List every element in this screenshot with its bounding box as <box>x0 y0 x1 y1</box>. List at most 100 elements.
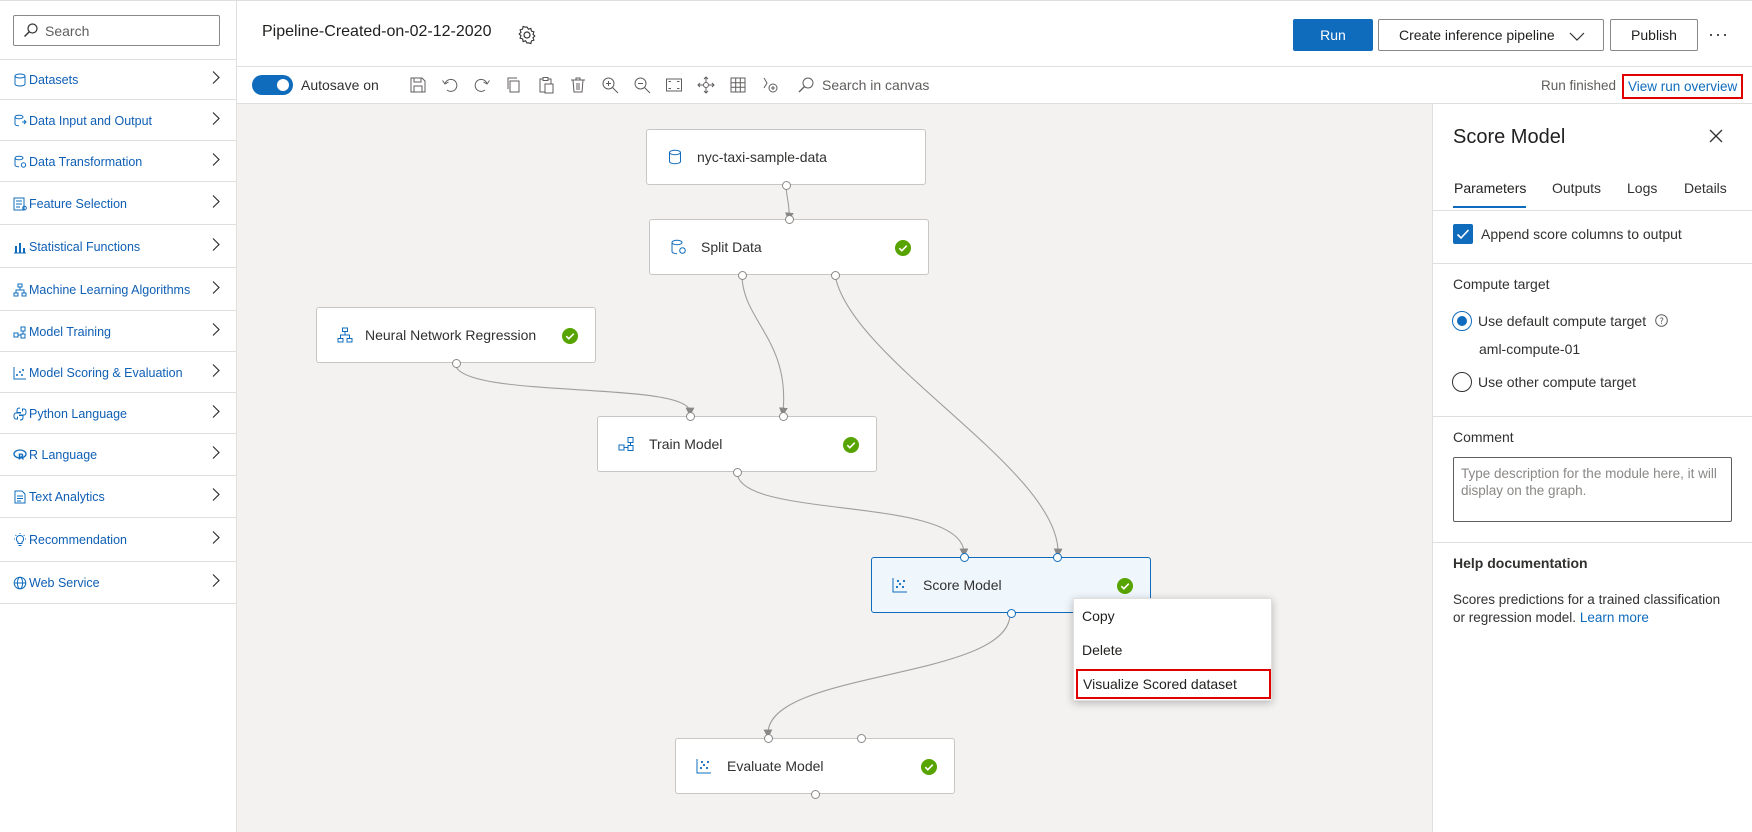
sidebar-item-label: Python Language <box>29 406 128 421</box>
input-port-right[interactable] <box>1053 553 1062 562</box>
sidebar-item-text-analytics[interactable]: Text Analytics <box>0 477 236 518</box>
sidebar-item-r-language[interactable]: R R Language <box>0 435 236 476</box>
sidebar-item-feature-selection[interactable]: Feature Selection <box>0 183 236 225</box>
scatter-icon <box>696 758 712 779</box>
status-success-icon <box>895 240 911 261</box>
pipeline-title[interactable]: Pipeline-Created-on-02-12-2020 <box>262 23 491 41</box>
node-split-data[interactable]: Split Data <box>649 215 929 280</box>
output-port[interactable] <box>733 468 742 477</box>
view-run-overview-link[interactable]: View run overview <box>1622 74 1744 99</box>
network-icon <box>13 283 27 297</box>
input-port-right[interactable] <box>779 412 788 421</box>
lightbulb-icon <box>13 533 27 547</box>
more-options-button[interactable]: ··· <box>1708 24 1729 45</box>
tab-details[interactable]: Details <box>1684 180 1727 196</box>
sidebar-item-data-input-output[interactable]: Data Input and Output <box>0 101 236 141</box>
comment-heading: Comment <box>1453 429 1514 445</box>
sidebar-item-recommendation[interactable]: Recommendation <box>0 519 236 562</box>
node-dataset[interactable]: nyc-taxi-sample-data <box>646 129 926 190</box>
node-label: Train Model <box>649 436 723 452</box>
autosave-toggle[interactable] <box>252 75 293 95</box>
divider <box>1433 416 1752 417</box>
canvas-search-input[interactable]: Search in canvas <box>822 77 929 93</box>
active-tab-indicator <box>1453 206 1526 208</box>
module-search-input[interactable]: Search <box>13 15 220 46</box>
canvas-toolbar <box>237 67 1752 104</box>
node-context-menu: Copy Delete Visualize Scored dataset <box>1073 598 1272 701</box>
gear-icon[interactable] <box>517 25 537 50</box>
default-compute-radio[interactable] <box>1452 311 1472 331</box>
node-evaluate-model[interactable]: Evaluate Model <box>675 734 955 799</box>
sidebar-item-label: Web Service <box>29 576 100 590</box>
output-port[interactable] <box>811 790 820 799</box>
feature-selection-icon <box>13 197 27 211</box>
sidebar-item-web-service[interactable]: Web Service <box>0 563 236 604</box>
copy-icon[interactable] <box>505 76 523 94</box>
input-port-left[interactable] <box>686 412 695 421</box>
output-port-left[interactable] <box>738 271 747 280</box>
output-port[interactable] <box>452 359 461 368</box>
auto-layout-icon[interactable] <box>761 76 779 94</box>
menu-item-delete[interactable]: Delete <box>1074 633 1271 666</box>
undo-icon[interactable] <box>441 76 459 94</box>
input-port[interactable] <box>785 215 794 224</box>
chevron-right-icon <box>212 280 220 299</box>
input-port-left[interactable] <box>960 553 969 562</box>
r-icon: R <box>13 448 27 462</box>
sidebar-item-machine-learning-algorithms[interactable]: Machine Learning Algorithms <box>0 269 236 311</box>
tab-parameters[interactable]: Parameters <box>1454 180 1526 196</box>
publish-button[interactable]: Publish <box>1610 19 1698 51</box>
info-icon[interactable]: ? <box>1655 314 1668 332</box>
run-button[interactable]: Run <box>1293 19 1373 51</box>
document-icon <box>13 490 27 504</box>
sidebar-item-python-language[interactable]: Python Language <box>0 394 236 434</box>
output-port[interactable] <box>782 181 791 190</box>
chevron-right-icon <box>212 363 220 382</box>
zoom-in-icon[interactable] <box>601 76 619 94</box>
menu-item-label: Delete <box>1082 642 1123 658</box>
create-inference-pipeline-button[interactable]: Create inference pipeline <box>1378 19 1604 51</box>
sidebar-item-model-training[interactable]: Model Training <box>0 312 236 352</box>
chevron-right-icon <box>212 152 220 171</box>
input-port-right[interactable] <box>857 734 866 743</box>
chevron-right-icon <box>212 404 220 423</box>
scatter-icon <box>892 577 908 598</box>
save-icon[interactable] <box>409 76 427 94</box>
delete-icon[interactable] <box>569 76 587 94</box>
append-score-checkbox[interactable] <box>1453 224 1473 244</box>
sidebar-item-datasets[interactable]: Datasets <box>0 60 236 100</box>
node-neural-network-regression[interactable]: Neural Network Regression <box>316 307 596 368</box>
redo-icon[interactable] <box>473 76 491 94</box>
fit-to-screen-icon[interactable] <box>665 76 683 94</box>
tab-logs[interactable]: Logs <box>1627 180 1657 196</box>
tab-outputs[interactable]: Outputs <box>1552 180 1601 196</box>
pan-icon[interactable] <box>697 76 715 94</box>
divider <box>1433 263 1752 264</box>
menu-item-visualize-scored-dataset[interactable]: Visualize Scored dataset <box>1076 669 1271 699</box>
zoom-out-icon[interactable] <box>633 76 651 94</box>
sidebar-item-model-scoring-evaluation[interactable]: Model Scoring & Evaluation <box>0 353 236 393</box>
close-icon[interactable] <box>1709 129 1723 148</box>
data-transform-icon <box>670 239 687 260</box>
paste-icon[interactable] <box>537 76 555 94</box>
sidebar-item-label: Statistical Functions <box>29 239 141 254</box>
sidebar-item-data-transformation[interactable]: Data Transformation <box>0 142 236 182</box>
node-label: nyc-taxi-sample-data <box>697 149 827 165</box>
output-port[interactable] <box>1007 609 1016 618</box>
svg-text:R: R <box>18 453 24 462</box>
checkmark-icon <box>1456 229 1470 240</box>
other-compute-radio[interactable] <box>1452 372 1472 392</box>
search-icon <box>797 76 815 94</box>
learn-more-link[interactable]: Learn more <box>1580 610 1649 625</box>
input-port-left[interactable] <box>764 734 773 743</box>
sidebar-item-label: Text Analytics <box>29 490 105 504</box>
chevron-down-icon <box>1569 29 1585 45</box>
grid-icon[interactable] <box>729 76 747 94</box>
menu-item-copy[interactable]: Copy <box>1074 599 1271 632</box>
node-train-model[interactable]: Train Model <box>597 412 877 477</box>
run-status-text: Run finished <box>1541 78 1617 93</box>
output-port-right[interactable] <box>831 271 840 280</box>
model-training-icon <box>13 325 27 339</box>
sidebar-item-statistical-functions[interactable]: Statistical Functions <box>0 226 236 268</box>
chevron-right-icon <box>212 237 220 256</box>
